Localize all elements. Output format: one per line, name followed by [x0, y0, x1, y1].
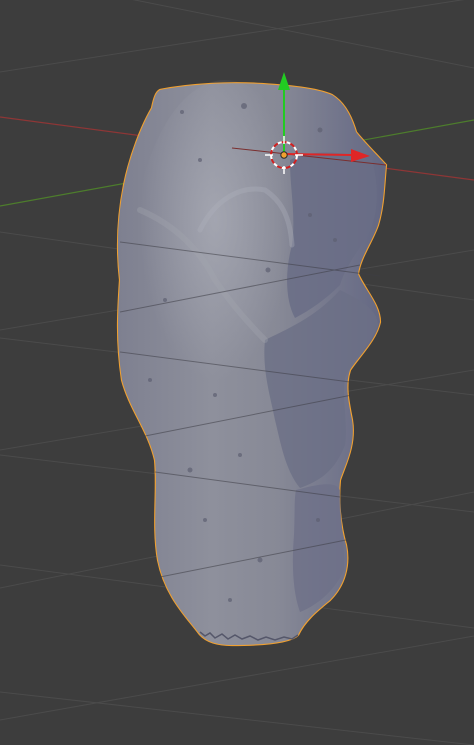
y-axis-arrow-icon[interactable] — [278, 72, 290, 90]
rock-mesh[interactable] — [116, 80, 388, 647]
x-axis-arrow-shaft — [283, 153, 353, 156]
3d-viewport[interactable] — [0, 0, 474, 745]
viewport-canvas[interactable] — [0, 0, 474, 745]
object-origin-dot[interactable] — [280, 151, 288, 159]
